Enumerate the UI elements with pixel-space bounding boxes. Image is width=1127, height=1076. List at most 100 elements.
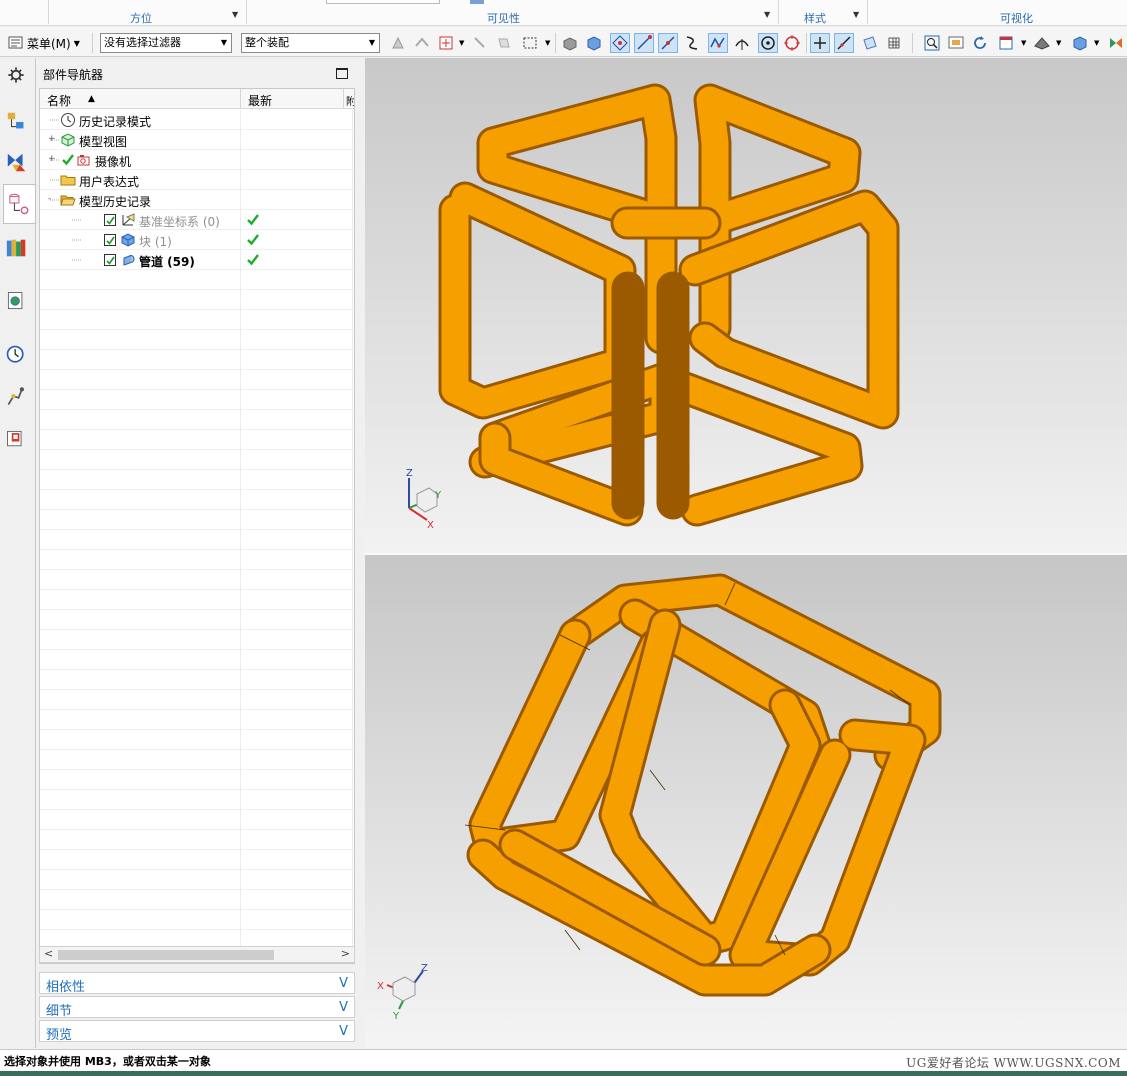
collapse-icon[interactable]: - bbox=[48, 195, 55, 204]
column-line bbox=[240, 910, 241, 930]
navigator-tree[interactable]: 名称 ▲ 最新 附 历史记录模式 + 模型视图 + 摄像机用户表达式 - 模型历史记录基准坐… bbox=[39, 88, 355, 964]
tree-row[interactable]: 块 (1) bbox=[40, 230, 354, 250]
column-header-attached[interactable]: 附 bbox=[346, 93, 354, 108]
svg-text:Y: Y bbox=[434, 490, 442, 501]
tree-row[interactable]: 管道 (59) bbox=[40, 250, 354, 270]
visibility-checkbox[interactable] bbox=[104, 254, 116, 266]
maximize-icon[interactable] bbox=[336, 68, 348, 79]
zoom-window-icon[interactable] bbox=[946, 33, 966, 53]
snap-tangent-icon[interactable] bbox=[732, 33, 752, 53]
scroll-right-icon[interactable]: > bbox=[341, 947, 350, 960]
ribbon-group-orientation[interactable]: 方位 bbox=[130, 10, 152, 26]
reuse-library-icon[interactable] bbox=[5, 236, 31, 262]
column-line bbox=[352, 750, 353, 770]
select-edge-icon[interactable] bbox=[470, 33, 490, 53]
dependencies-panel-header[interactable]: 相依性 V bbox=[39, 972, 355, 995]
snap-spline-icon[interactable] bbox=[708, 33, 728, 53]
column-header-latest[interactable]: 最新 bbox=[248, 92, 272, 109]
shaded-view-icon[interactable] bbox=[1070, 33, 1090, 53]
column-line bbox=[352, 590, 353, 610]
chevron-down-icon[interactable]: ▼ bbox=[1056, 39, 1061, 47]
scroll-thumb[interactable] bbox=[58, 950, 274, 960]
assembly-navigator-icon[interactable] bbox=[5, 110, 31, 136]
cube-frame-model-isometric[interactable]: Z X Y bbox=[365, 555, 1127, 1048]
chevron-down-icon: ▼ bbox=[220, 38, 227, 47]
select-face-icon[interactable] bbox=[494, 33, 514, 53]
chevron-down-icon[interactable]: ▼ bbox=[545, 39, 550, 47]
graphics-viewport-bottom[interactable]: Z X Y bbox=[365, 555, 1127, 1048]
part-navigator-icon[interactable] bbox=[3, 184, 36, 224]
graphics-viewport-top[interactable]: Z Y X bbox=[365, 58, 1127, 553]
cube-frame-model-front[interactable]: Z Y X bbox=[365, 58, 1127, 553]
scroll-left-icon[interactable]: < bbox=[44, 947, 53, 960]
ribbon-group-style[interactable]: 样式 bbox=[804, 10, 826, 26]
snap-mid-point-icon[interactable] bbox=[658, 33, 678, 53]
sort-ascending-icon[interactable]: ▲ bbox=[88, 94, 95, 104]
select-component-icon[interactable] bbox=[436, 33, 456, 53]
camera-icon bbox=[76, 152, 92, 168]
expand-icon[interactable]: + bbox=[48, 155, 56, 164]
snap-arc-center-icon[interactable] bbox=[758, 33, 778, 53]
constraint-navigator-icon[interactable] bbox=[5, 150, 31, 176]
visibility-checkbox[interactable] bbox=[104, 234, 116, 246]
details-panel-header[interactable]: 细节 V bbox=[39, 996, 355, 1019]
chevron-down-icon[interactable]: ▼ bbox=[764, 10, 770, 19]
ribbon-group-visualization[interactable]: 可视化 bbox=[1000, 10, 1033, 26]
toolbar-separator bbox=[92, 33, 93, 53]
edit-section-icon[interactable] bbox=[1106, 33, 1126, 53]
tree-row[interactable]: + 摄像机 bbox=[40, 150, 354, 170]
snap-point-on-curve-icon[interactable] bbox=[834, 33, 854, 53]
snap-bounded-grid-icon[interactable] bbox=[884, 33, 904, 53]
tree-row[interactable]: 历史记录模式 bbox=[40, 110, 354, 130]
tree-row[interactable]: 用户表达式 bbox=[40, 170, 354, 190]
tree-row[interactable]: - 模型历史记录 bbox=[40, 190, 354, 210]
chevron-down-icon[interactable]: ▼ bbox=[459, 39, 464, 47]
chevron-down-icon[interactable]: ▼ bbox=[853, 10, 859, 19]
roles-icon[interactable] bbox=[5, 428, 31, 454]
web-browser-icon[interactable] bbox=[5, 290, 31, 316]
column-separator[interactable] bbox=[343, 89, 344, 109]
snap-point-icon[interactable] bbox=[610, 33, 630, 53]
tree-row-empty bbox=[40, 570, 354, 590]
chevron-down-icon[interactable]: ▼ bbox=[232, 10, 238, 19]
history-clock-icon[interactable] bbox=[5, 344, 31, 370]
tree-row-empty bbox=[40, 390, 354, 410]
snap-point-on-face-icon[interactable] bbox=[860, 33, 880, 53]
select-body-icon[interactable] bbox=[412, 33, 432, 53]
latest-check-icon bbox=[247, 234, 259, 246]
preview-panel-header[interactable]: 预览 V bbox=[39, 1020, 355, 1043]
rotate-view-icon[interactable] bbox=[970, 33, 990, 53]
chevron-down-icon[interactable]: ▼ bbox=[1094, 39, 1099, 47]
column-separator[interactable] bbox=[240, 89, 241, 109]
menu-button[interactable]: 菜单(M) ▼ bbox=[8, 33, 80, 53]
horizontal-scrollbar[interactable]: < > bbox=[39, 946, 355, 963]
block-body-icon[interactable] bbox=[584, 33, 604, 53]
rectangle-select-icon[interactable] bbox=[520, 33, 540, 53]
snap-quadrant-icon[interactable] bbox=[782, 33, 802, 53]
zoom-fit-icon[interactable] bbox=[922, 33, 942, 53]
expand-icon[interactable]: + bbox=[48, 135, 56, 144]
column-header-name[interactable]: 名称 bbox=[47, 92, 71, 109]
column-line bbox=[352, 130, 353, 150]
tree-row[interactable]: 基准坐标系 (0) bbox=[40, 210, 354, 230]
gear-icon[interactable] bbox=[5, 64, 31, 90]
solid-body-icon[interactable] bbox=[560, 33, 580, 53]
snap-curve-icon[interactable] bbox=[682, 33, 702, 53]
assembly-scope-dropdown[interactable]: 整个装配 ▼ bbox=[241, 33, 380, 53]
tree-row-empty bbox=[40, 630, 354, 650]
tree-row[interactable]: + 模型视图 bbox=[40, 130, 354, 150]
select-feature-icon[interactable] bbox=[388, 33, 408, 53]
visibility-check-icon[interactable] bbox=[61, 152, 75, 166]
selection-filter-dropdown[interactable]: 没有选择过滤器 ▼ bbox=[100, 33, 232, 53]
snap-intersection-icon[interactable] bbox=[810, 33, 830, 53]
column-line bbox=[240, 530, 241, 550]
ribbon-group-visibility[interactable]: 可见性 bbox=[487, 10, 520, 26]
render-style-icon[interactable] bbox=[1032, 33, 1052, 53]
process-studio-icon[interactable] bbox=[5, 386, 31, 412]
visibility-checkbox[interactable] bbox=[104, 214, 116, 226]
chevron-down-icon: ▼ bbox=[368, 38, 375, 47]
chevron-down-icon[interactable]: ▼ bbox=[1021, 39, 1026, 47]
status-bar: 选择对象并使用 MB3，或者双击某一对象 UG爱好者论坛 WWW.UGSNX.C… bbox=[0, 1049, 1127, 1071]
snap-end-point-icon[interactable] bbox=[634, 33, 654, 53]
orient-view-icon[interactable] bbox=[996, 33, 1016, 53]
